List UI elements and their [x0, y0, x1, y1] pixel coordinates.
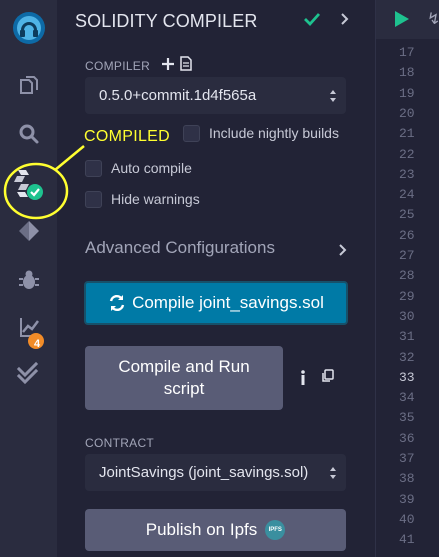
annotation-circle	[3, 162, 69, 220]
annotation-overlay	[3, 145, 85, 220]
compiled-annotation-label: COMPILED	[84, 128, 170, 145]
annotation-pointer	[54, 145, 85, 171]
